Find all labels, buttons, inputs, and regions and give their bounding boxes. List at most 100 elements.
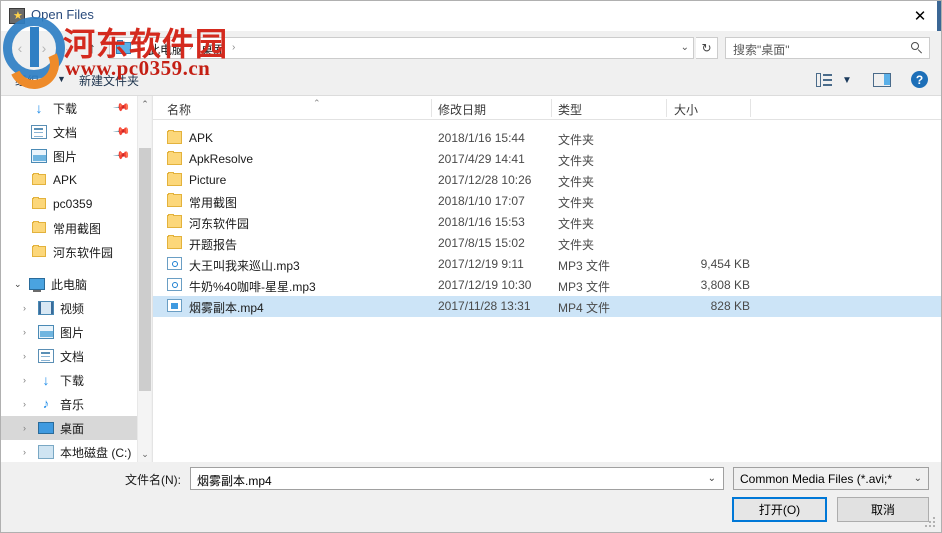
cancel-button[interactable]: 取消 (837, 497, 929, 522)
file-type: 文件夹 (558, 175, 595, 189)
file-list: 名称 ⌃ 修改日期 类型 大小 APK 2018/1/16 15:44 文件夹 A… (152, 96, 941, 462)
sidebar-item-apk[interactable]: APK (1, 168, 137, 192)
sidebar-item-documents-pc[interactable]: › 文档 (1, 344, 137, 368)
title-bar: ★ Open Files ✕ (1, 1, 941, 31)
chevron-right-icon[interactable]: › (23, 327, 32, 337)
sidebar-item-desktop[interactable]: › 桌面 (1, 416, 137, 440)
close-icon[interactable]: ✕ (897, 1, 941, 31)
file-date: 2017/4/29 14:41 (438, 152, 525, 166)
sidebar-item-pictures-pc[interactable]: › 图片 (1, 320, 137, 344)
file-type-filter-dropdown[interactable]: Common Media Files (*.avi;* ⌄ (733, 467, 929, 490)
table-row[interactable]: 大王叫我来巡山.mp3 2017/12/19 9:11 MP3 文件 9,454… (153, 254, 941, 275)
breadcrumb-separator: › (232, 42, 236, 53)
pictures-icon (31, 149, 47, 163)
back-icon[interactable]: ‹ (11, 39, 29, 57)
open-files-dialog: ★ Open Files ✕ ‹ › ⌄ ↑ › 此电脑 › 桌面 › ⌄ ↻ … (0, 0, 942, 533)
sidebar-item-label: pc0359 (53, 197, 93, 211)
search-input[interactable]: 搜索"桌面" (725, 37, 930, 59)
folder-icon (32, 197, 46, 209)
breadcrumb-item-desktop[interactable]: 桌面 (201, 41, 225, 58)
table-row[interactable]: 牛奶%40咖啡-星星.mp3 2017/12/19 10:30 MP3 文件 3… (153, 275, 941, 296)
download-icon: ↓ (35, 100, 43, 116)
file-name: Picture (189, 173, 227, 187)
file-type: 文件夹 (558, 238, 595, 252)
chevron-right-icon[interactable]: › (23, 303, 32, 313)
new-folder-button[interactable]: 新建文件夹 (79, 72, 139, 89)
chevron-right-icon[interactable]: › (23, 375, 32, 385)
chevron-down-icon[interactable]: ⌄ (708, 473, 716, 484)
table-row[interactable]: 开题报告 2017/8/15 15:02 文件夹 (153, 233, 941, 254)
file-name: ApkResolve (189, 152, 254, 166)
open-button[interactable]: 打开(O) (732, 497, 827, 522)
chevron-right-icon[interactable]: › (23, 351, 32, 361)
column-header-date[interactable]: 修改日期 (438, 101, 486, 118)
pin-icon[interactable]: 📌 (113, 98, 132, 117)
filename-input[interactable]: 烟雾副本.mp4 ⌄ (190, 467, 724, 490)
preview-pane-icon[interactable] (873, 73, 891, 87)
help-icon[interactable]: ? (911, 71, 928, 88)
organize-button[interactable]: 组织 (15, 72, 39, 89)
breadcrumb-item-this-pc[interactable]: 此电脑 (148, 41, 184, 58)
column-header-name[interactable]: 名称 ⌃ (167, 98, 321, 118)
sidebar-scrollbar[interactable]: ⌃ ⌄ (137, 96, 151, 462)
filename-label: 文件名(N): (125, 473, 181, 487)
sidebar-item-downloads-pc[interactable]: › ↓ 下载 (1, 368, 137, 392)
chevron-down-icon[interactable]: ⌄ (681, 42, 689, 53)
scroll-down-icon[interactable]: ⌄ (138, 446, 152, 462)
table-row[interactable]: APK 2018/1/16 15:44 文件夹 (153, 128, 941, 149)
column-header-type[interactable]: 类型 (558, 101, 582, 118)
sidebar-item-local-disk-c[interactable]: › 本地磁盘 (C:) (1, 440, 137, 462)
folder-icon (167, 130, 182, 144)
chevron-down-icon[interactable]: ⌄ (14, 279, 23, 290)
chevron-right-icon[interactable]: › (23, 423, 32, 433)
view-options-icon[interactable] (816, 73, 832, 87)
chevron-down-icon[interactable]: ▼ (842, 75, 852, 86)
scroll-up-icon[interactable]: ⌃ (138, 96, 152, 112)
file-type: 文件夹 (558, 154, 595, 168)
chevron-down-icon[interactable]: ⌄ (914, 473, 922, 484)
forward-icon[interactable]: › (35, 39, 53, 57)
table-row[interactable]: Picture 2017/12/28 10:26 文件夹 (153, 170, 941, 191)
app-star-icon: ★ (9, 8, 25, 24)
sidebar-item-this-pc[interactable]: ⌄ 此电脑 (1, 272, 137, 296)
chevron-right-icon[interactable]: › (23, 447, 32, 457)
address-bar[interactable]: › 此电脑 › 桌面 › ⌄ (109, 37, 694, 59)
table-row[interactable]: 河东软件园 2018/1/16 15:53 文件夹 (153, 212, 941, 233)
recent-locations-icon[interactable]: ⌄ (59, 39, 77, 57)
search-icon[interactable] (911, 42, 923, 54)
table-row[interactable]: 烟雾副本.mp4 2017/11/28 13:31 MP4 文件 828 KB (153, 296, 941, 317)
file-name: 河东软件园 (189, 217, 250, 231)
window-title: Open Files (31, 7, 94, 22)
folder-icon (167, 193, 182, 207)
sidebar-item-hedong[interactable]: 河东软件园 (1, 240, 137, 264)
sidebar-item-label: 河东软件园 (53, 245, 114, 260)
file-date: 2017/12/28 10:26 (438, 173, 532, 187)
table-row[interactable]: 常用截图 2018/1/10 17:07 文件夹 (153, 191, 941, 212)
file-name: 常用截图 (189, 196, 238, 210)
folder-icon (167, 151, 182, 165)
documents-icon (31, 125, 47, 139)
sidebar-item-pictures[interactable]: 图片 📌 (1, 144, 137, 168)
file-date: 2018/1/10 17:07 (438, 194, 525, 208)
sidebar-item-documents[interactable]: 文档 📌 (1, 120, 137, 144)
sidebar-item-videos[interactable]: › 视频 (1, 296, 137, 320)
column-header-size[interactable]: 大小 (674, 101, 698, 118)
sidebar-item-label: 图片 (60, 325, 85, 340)
sidebar-item-pc0359[interactable]: pc0359 (1, 192, 137, 216)
resize-grip[interactable] (925, 517, 936, 528)
chevron-down-icon[interactable]: ▼ (57, 74, 66, 84)
file-type: 文件夹 (558, 196, 595, 210)
up-icon[interactable]: ↑ (83, 39, 101, 57)
sidebar-item-music[interactable]: › ♪ 音乐 (1, 392, 137, 416)
pin-icon[interactable]: 📌 (113, 146, 132, 165)
refresh-icon[interactable]: ↻ (696, 37, 718, 59)
sidebar-item-downloads[interactable]: ↓ 下载 📌 (1, 96, 137, 120)
sidebar-item-label: 音乐 (60, 397, 85, 412)
file-name: 牛奶%40咖啡-星星.mp3 (189, 280, 316, 294)
sidebar-item-screenshots[interactable]: 常用截图 (1, 216, 137, 240)
table-row[interactable]: ApkResolve 2017/4/29 14:41 文件夹 (153, 149, 941, 170)
chevron-right-icon[interactable]: › (23, 399, 32, 409)
mp3-icon (167, 278, 182, 291)
pin-icon[interactable]: 📌 (113, 122, 132, 141)
scrollbar-thumb[interactable] (139, 148, 151, 391)
